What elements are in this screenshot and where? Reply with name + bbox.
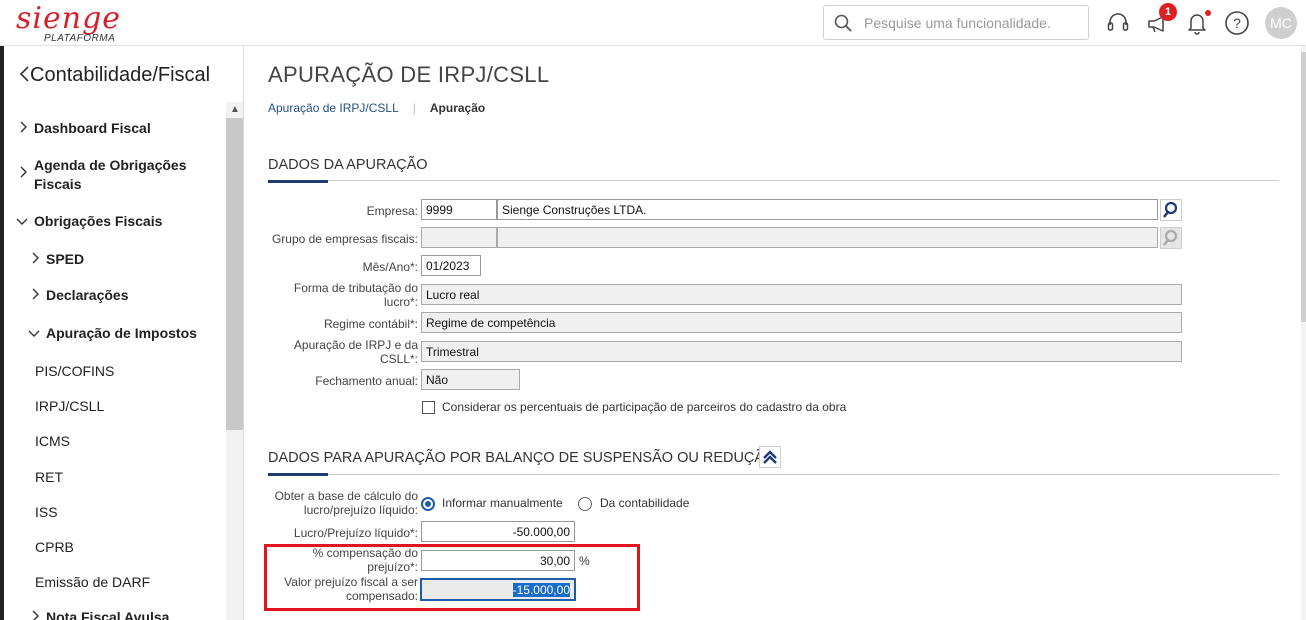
chevron-right-icon [32, 252, 39, 264]
apuracao-irpj-field[interactable]: Trimestral [421, 341, 1182, 362]
lucro-prejuizo-label: Lucro/Prejuízo líquido*: [293, 526, 418, 540]
double-chevron-up-icon [763, 450, 777, 464]
chevron-right-icon [20, 121, 27, 133]
chevron-down-icon [28, 330, 40, 337]
sidebar-item-apuracao-impostos[interactable]: Apuração de Impostos [28, 325, 197, 341]
top-bar: sienge PLATAFORMA 1 ? MC [0, 0, 1306, 46]
highlight-box [264, 544, 640, 611]
search-box[interactable] [823, 5, 1089, 40]
radio-da-contabilidade-label[interactable]: Da contabilidade [600, 496, 689, 510]
sidebar-item-emissao-darf[interactable]: Emissão de DARF [35, 574, 150, 590]
main-scrollbar-thumb[interactable] [1301, 52, 1306, 322]
radio-da-contabilidade[interactable] [578, 497, 592, 511]
radio-informar-manualmente[interactable] [421, 497, 435, 511]
empresa-label: Empresa: [366, 204, 418, 218]
sidebar-item-agenda[interactable]: Agenda de Obrigações Fiscais [18, 156, 208, 194]
logo-subtitle: PLATAFORMA [44, 33, 116, 44]
search-icon [1163, 201, 1178, 218]
forma-tributacao-field[interactable]: Lucro real [421, 284, 1182, 305]
grupo-name-field[interactable] [497, 227, 1158, 248]
sidebar-item-irpj-csll[interactable]: IRPJ/CSLL [35, 398, 104, 414]
alert-dot [1205, 10, 1211, 16]
forma-tributacao-label: Forma de tributação do lucro*: [293, 281, 418, 309]
search-input[interactable] [864, 12, 1084, 34]
regime-label: Regime contábil*: [323, 317, 418, 331]
notification-badge: 1 [1159, 3, 1177, 21]
sidebar-item-obrigacoes-fiscais[interactable]: Obrigações Fiscais [16, 213, 162, 229]
mes-ano-label: Mês/Ano*: [362, 260, 418, 274]
breadcrumb-current: Apuração [429, 101, 486, 115]
section-title-dados-apuracao: DADOS DA APURAÇÃO [268, 157, 428, 173]
empresa-lookup-button[interactable] [1160, 199, 1182, 221]
considerar-label[interactable]: Considerar os percentuais de participaçã… [442, 400, 846, 414]
page-title: APURAÇÃO DE IRPJ/CSLL [268, 62, 550, 87]
sidebar-item-dashboard-fiscal[interactable]: Dashboard Fiscal [18, 120, 151, 136]
sidebar-item-declaracoes[interactable]: Declarações [30, 287, 129, 303]
sidebar-item-nota-fiscal-avulsa[interactable]: Nota Fiscal Avulsa [30, 609, 169, 620]
collapse-section-button[interactable] [759, 446, 781, 468]
sienge-logo[interactable]: sienge PLATAFORMA [16, 1, 136, 44]
breadcrumb-link[interactable]: Apuração de IRPJ/CSLL [268, 101, 399, 115]
scroll-up-icon[interactable]: ▲ [226, 102, 243, 118]
sidebar-item-cprb[interactable]: CPRB [35, 539, 74, 555]
sidebar: Contabilidade/Fiscal ▲ Dashboard Fiscal … [4, 46, 244, 620]
chevron-right-icon [32, 288, 39, 300]
regime-field[interactable]: Regime de competência [421, 312, 1182, 333]
sidebar-item-icms[interactable]: ICMS [35, 433, 70, 449]
grupo-lookup-button[interactable] [1160, 227, 1182, 249]
sidebar-item-ret[interactable]: RET [35, 469, 63, 485]
fechamento-field[interactable]: Não [421, 369, 520, 390]
sidebar-item-sped[interactable]: SPED [30, 251, 84, 267]
svg-text:?: ? [1233, 15, 1241, 31]
grupo-label: Grupo de empresas fiscais: [271, 232, 418, 246]
search-icon [834, 14, 852, 32]
logo-wordmark: sienge [16, 1, 122, 36]
fechamento-label: Fechamento anual: [315, 374, 418, 388]
user-avatar[interactable]: MC [1265, 7, 1297, 39]
grupo-code-field[interactable] [421, 227, 497, 248]
section-title-balanco: DADOS PARA APURAÇÃO POR BALANÇO DE SUSPE… [268, 450, 776, 466]
section-divider [268, 474, 1279, 475]
help-icon[interactable]: ? [1224, 10, 1250, 36]
base-calculo-label: Obter a base de cálculo do lucro/prejuíz… [274, 489, 418, 517]
radio-informar-manualmente-label[interactable]: Informar manualmente [442, 496, 563, 510]
sidebar-item-iss[interactable]: ISS [35, 504, 58, 520]
lucro-prejuizo-field[interactable]: -50.000,00 [421, 521, 575, 542]
section-accent [268, 180, 328, 183]
apuracao-irpj-label: Apuração de IRPJ e da CSLL*: [293, 338, 418, 366]
chevron-right-icon [32, 610, 39, 620]
mes-ano-field[interactable]: 01/2023 [421, 255, 481, 276]
empresa-name-field[interactable]: Sienge Construções LTDA. [497, 199, 1158, 220]
search-icon [1163, 229, 1178, 246]
sidebar-item-pis-cofins[interactable]: PIS/COFINS [35, 363, 114, 379]
sidebar-title[interactable]: Contabilidade/Fiscal [18, 64, 210, 87]
sidebar-scrollbar-thumb[interactable] [226, 118, 243, 430]
empresa-code-field[interactable]: 9999 [421, 199, 497, 220]
considerar-checkbox[interactable] [422, 401, 435, 414]
breadcrumb: Apuração de IRPJ/CSLL | Apuração [268, 101, 486, 115]
section-accent [268, 473, 328, 476]
headset-icon[interactable] [1105, 10, 1131, 36]
chevron-left-icon[interactable] [18, 65, 30, 83]
section-divider [268, 180, 1279, 181]
chevron-right-icon [20, 166, 27, 178]
chevron-down-icon [16, 218, 28, 225]
